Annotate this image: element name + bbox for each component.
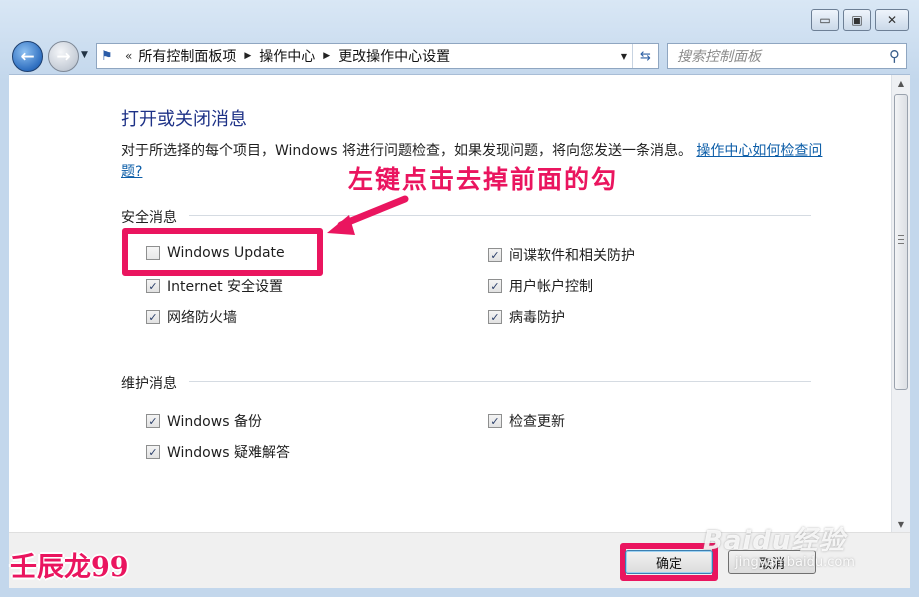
checkbox-label: 间谍软件和相关防护 xyxy=(509,248,635,264)
checkmark-icon[interactable]: ✓ xyxy=(146,445,160,459)
control-panel-window: ▭ ▣ ✕ ← → ▼ ⚑ « 所有控制面板项 ▶ 操作中心 ▶ 更改操作中心设… xyxy=(0,0,919,597)
checkmark-icon[interactable]: ✓ xyxy=(146,310,160,324)
description-text: 对于所选择的每个项目，Windows 将进行问题检查，如果发现问题，将向您发送一… xyxy=(121,143,692,159)
minimize-button[interactable]: ▭ xyxy=(811,9,839,31)
section-divider xyxy=(189,215,811,216)
baidu-url-watermark: jingyan.baidu.com xyxy=(735,555,855,570)
security-section-label: 安全消息 xyxy=(121,210,177,226)
checkmark-icon[interactable]: ✓ xyxy=(488,279,502,293)
vertical-scrollbar[interactable]: ▲ ▼ xyxy=(891,75,910,533)
search-icon[interactable]: ⚲ xyxy=(889,47,900,65)
forward-button[interactable]: → xyxy=(48,41,79,72)
caption-buttons: ▭ ▣ ✕ xyxy=(811,9,909,31)
checkbox-label: 用户帐户控制 xyxy=(509,279,593,295)
checkbox-label: Windows 疑难解答 xyxy=(167,445,290,461)
checkbox-spyware-protection[interactable]: ✓ 间谍软件和相关防护 xyxy=(488,245,635,265)
checkmark-icon[interactable]: ✓ xyxy=(488,414,502,428)
search-placeholder: 搜索控制面板 xyxy=(677,49,761,65)
checkbox-windows-troubleshooting[interactable]: ✓ Windows 疑难解答 xyxy=(146,442,290,462)
action-center-flag-icon: ⚑ xyxy=(101,48,113,64)
annotation-highlight-box xyxy=(122,228,323,276)
annotation-text: 左键点击去掉前面的勾 xyxy=(348,165,619,194)
author-signature-watermark: 壬辰龙99 xyxy=(10,552,129,583)
baidu-watermark: Baidu经验 xyxy=(703,526,846,556)
maintenance-section-label: 维护消息 xyxy=(121,376,177,392)
checkbox-label: 检查更新 xyxy=(509,414,565,430)
close-button[interactable]: ✕ xyxy=(875,9,909,31)
breadcrumb-action-center[interactable]: 操作中心 xyxy=(259,46,315,66)
breadcrumb-separator-icon[interactable]: ▶ xyxy=(323,51,330,61)
arrow-left-icon: ← xyxy=(20,46,35,67)
refresh-icon[interactable]: ⇆ xyxy=(632,44,658,68)
back-button[interactable]: ← xyxy=(12,41,43,72)
address-dropdown-icon[interactable]: ▼ xyxy=(616,44,632,68)
checkbox-user-account-control[interactable]: ✓ 用户帐户控制 xyxy=(488,276,593,296)
maximize-button[interactable]: ▣ xyxy=(843,9,871,31)
breadcrumb-change-settings[interactable]: 更改操作中心设置 xyxy=(338,46,450,66)
breadcrumb-all-control-panel-items[interactable]: 所有控制面板项 xyxy=(138,46,236,66)
settings-content-panel: 打开或关闭消息 对于所选择的每个项目，Windows 将进行问题检查，如果发现问… xyxy=(9,74,910,533)
checkbox-label: 网络防火墙 xyxy=(167,310,237,326)
ok-button[interactable]: 确定 xyxy=(625,550,713,574)
navigation-bar: ← → ▼ ⚑ « 所有控制面板项 ▶ 操作中心 ▶ 更改操作中心设置 ▼ ⇆ … xyxy=(0,38,919,74)
annotation-arrow-icon xyxy=(327,195,409,235)
checkbox-check-updates[interactable]: ✓ 检查更新 xyxy=(488,411,565,431)
checkmark-icon[interactable]: ✓ xyxy=(488,248,502,262)
checkmark-icon[interactable]: ✓ xyxy=(488,310,502,324)
checkbox-label: 病毒防护 xyxy=(509,310,565,326)
search-input[interactable]: 搜索控制面板 ⚲ xyxy=(667,43,907,69)
checkbox-virus-protection[interactable]: ✓ 病毒防护 xyxy=(488,307,565,327)
checkbox-label: Internet 安全设置 xyxy=(167,279,284,295)
checkmark-icon[interactable]: ✓ xyxy=(146,414,160,428)
scroll-down-icon[interactable]: ▼ xyxy=(892,516,910,533)
breadcrumb-separator-icon[interactable]: ▶ xyxy=(244,51,251,61)
scrollbar-thumb[interactable] xyxy=(894,94,908,390)
page-title: 打开或关闭消息 xyxy=(121,109,247,130)
checkbox-windows-backup[interactable]: ✓ Windows 备份 xyxy=(146,411,262,431)
checkbox-internet-security[interactable]: ✓ Internet 安全设置 xyxy=(146,276,283,296)
address-bar[interactable]: ⚑ « 所有控制面板项 ▶ 操作中心 ▶ 更改操作中心设置 ▼ ⇆ xyxy=(96,43,659,69)
address-overflow-chevron[interactable]: « xyxy=(125,49,132,63)
scroll-up-icon[interactable]: ▲ xyxy=(892,75,910,92)
section-divider xyxy=(189,381,811,382)
checkmark-icon[interactable]: ✓ xyxy=(146,279,160,293)
recent-pages-dropdown[interactable]: ▼ xyxy=(81,50,88,60)
checkbox-network-firewall[interactable]: ✓ 网络防火墙 xyxy=(146,307,237,327)
checkbox-label: Windows 备份 xyxy=(167,414,262,430)
grip-icon xyxy=(898,235,904,244)
arrow-right-icon: → xyxy=(56,46,71,67)
